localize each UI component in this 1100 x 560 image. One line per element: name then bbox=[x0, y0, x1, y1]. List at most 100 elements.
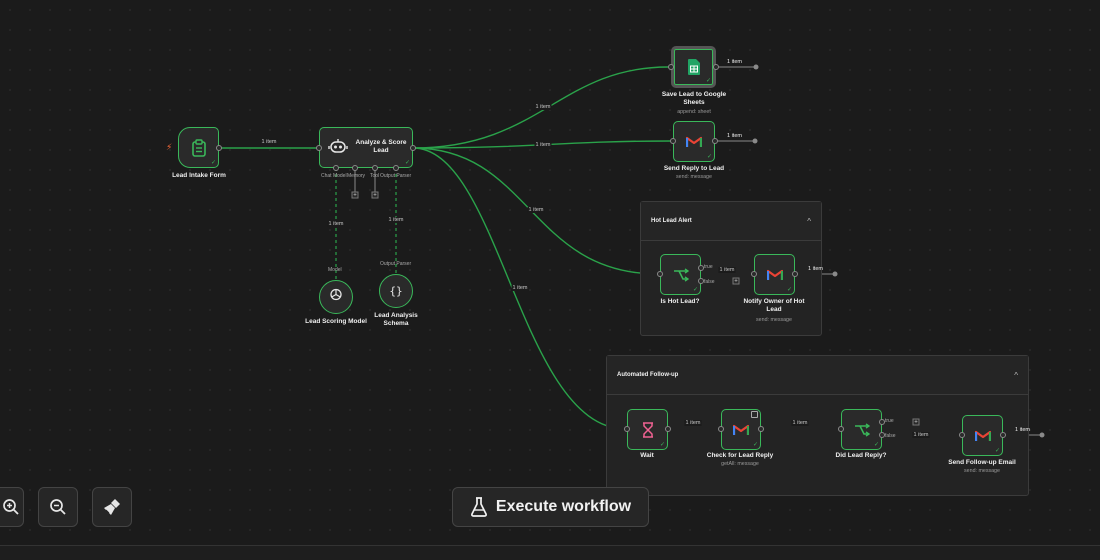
tool-port[interactable] bbox=[372, 165, 378, 171]
output-port[interactable] bbox=[410, 145, 416, 151]
edge-label: 1 item bbox=[327, 221, 345, 227]
input-port[interactable] bbox=[624, 426, 630, 432]
output-port[interactable] bbox=[712, 138, 718, 144]
zoom-in-button[interactable] bbox=[0, 487, 24, 527]
node-label: Check for Lead Reply bbox=[706, 452, 774, 459]
input-port[interactable] bbox=[316, 145, 322, 151]
add-tool-button[interactable]: + bbox=[371, 191, 379, 199]
node-send-reply-to-lead[interactable]: ✓ bbox=[673, 121, 715, 162]
execute-workflow-button[interactable]: Execute workflow bbox=[452, 487, 649, 527]
node-label: Lead Scoring Model bbox=[305, 318, 367, 325]
memory-port[interactable] bbox=[352, 165, 358, 171]
node-label-line: Lead Analysis bbox=[374, 312, 418, 319]
false-label: false bbox=[885, 433, 896, 439]
port-label-output-parser: Output Parser bbox=[380, 173, 412, 179]
true-label: true bbox=[704, 264, 713, 270]
edge-label: 1 item bbox=[912, 432, 930, 438]
port-label-memory: Memory bbox=[347, 173, 366, 179]
node-label: Save Lead to Google Sheets bbox=[662, 91, 726, 106]
zoom-out-button[interactable] bbox=[38, 487, 78, 527]
node-label-line: Sheets bbox=[683, 98, 705, 106]
node-wait[interactable]: ✓ bbox=[627, 409, 668, 450]
node-title: Analyze & Score Lead bbox=[352, 139, 410, 155]
tidy-up-button[interactable] bbox=[92, 487, 132, 527]
group-header: Hot Lead Alert ^ bbox=[641, 202, 821, 241]
node-subtitle: send: message bbox=[964, 468, 1000, 474]
node-label: Send Follow-up Email bbox=[948, 459, 1016, 466]
node-label-line: Save Lead to Google bbox=[661, 91, 727, 98]
if-branch-icon bbox=[854, 422, 870, 437]
output-count-label: 1 item bbox=[1015, 427, 1030, 433]
output-end-dot[interactable] bbox=[753, 64, 759, 70]
node-save-lead-google-sheets[interactable]: ✓ bbox=[671, 46, 716, 88]
port-label-model: Model bbox=[328, 267, 342, 273]
edge-label: 1 item bbox=[791, 420, 809, 426]
output-end-dot[interactable] bbox=[832, 271, 838, 277]
form-icon bbox=[191, 138, 207, 157]
port-label-chat-model: Chat Model bbox=[321, 173, 347, 179]
gmail-icon bbox=[733, 424, 749, 436]
output-count-label: 1 item bbox=[808, 266, 823, 272]
success-check-icon: ✓ bbox=[873, 442, 879, 448]
node-label: Send Reply to Lead bbox=[663, 165, 725, 172]
node-lead-analysis-schema[interactable]: {} bbox=[379, 274, 413, 308]
output-port[interactable] bbox=[665, 426, 671, 432]
add-true-branch-button[interactable]: + bbox=[912, 418, 920, 426]
broom-icon bbox=[104, 499, 120, 515]
output-parser-port[interactable] bbox=[393, 165, 399, 171]
success-check-icon: ✓ bbox=[706, 154, 712, 160]
edge-label: 1 item bbox=[534, 142, 552, 148]
node-label-line: Notify Owner of Hot bbox=[743, 298, 805, 305]
edge-label: 1 item bbox=[387, 217, 405, 223]
bottom-panel-bar bbox=[0, 545, 1100, 560]
output-port[interactable] bbox=[758, 426, 764, 432]
input-port[interactable] bbox=[959, 432, 965, 438]
node-subtitle: getAll: message bbox=[721, 461, 759, 467]
output-port[interactable] bbox=[216, 145, 222, 151]
output-end-dot[interactable] bbox=[1039, 432, 1045, 438]
gmail-icon bbox=[686, 136, 702, 148]
edge-label: 1 item bbox=[534, 104, 552, 110]
output-port[interactable] bbox=[1000, 432, 1006, 438]
execute-workflow-label: Execute workflow bbox=[495, 498, 632, 515]
add-memory-button[interactable]: + bbox=[351, 191, 359, 199]
collapse-chevron-icon[interactable]: ^ bbox=[807, 217, 811, 226]
add-false-branch-button[interactable]: + bbox=[732, 277, 740, 285]
node-did-lead-reply[interactable]: ✓ bbox=[841, 409, 882, 450]
node-subtitle: send: message bbox=[676, 174, 712, 180]
port-label-tool: Tool bbox=[370, 173, 380, 179]
node-is-hot-lead[interactable]: ✓ bbox=[660, 254, 701, 295]
collapse-chevron-icon[interactable]: ^ bbox=[1014, 371, 1018, 380]
node-title-line: Lead bbox=[373, 147, 389, 154]
node-lead-intake-form[interactable]: ✓ bbox=[178, 127, 219, 168]
success-check-icon: ✓ bbox=[404, 160, 410, 166]
group-title: Hot Lead Alert bbox=[651, 218, 692, 224]
node-notify-owner[interactable]: ✓ bbox=[754, 254, 795, 295]
chat-model-port[interactable] bbox=[333, 165, 339, 171]
node-label: Did Lead Reply? bbox=[835, 452, 887, 459]
node-label: Is Hot Lead? bbox=[660, 298, 700, 305]
output-end-dot[interactable] bbox=[752, 138, 758, 144]
edge-label: 1 item bbox=[718, 267, 736, 273]
node-send-follow-up-email[interactable]: ✓ bbox=[962, 415, 1003, 456]
node-label: Lead Intake Form bbox=[172, 172, 226, 179]
node-label: Wait bbox=[640, 452, 654, 459]
false-label: false bbox=[704, 279, 715, 285]
ai-agent-icon bbox=[328, 138, 348, 161]
success-check-icon: ✓ bbox=[752, 442, 758, 448]
node-check-lead-reply[interactable]: ✓ bbox=[721, 409, 761, 450]
node-lead-scoring-model[interactable] bbox=[319, 280, 353, 314]
output-port[interactable] bbox=[792, 271, 798, 277]
output-port[interactable] bbox=[713, 64, 719, 70]
output-count-label: 1 item bbox=[727, 133, 742, 139]
gmail-icon bbox=[766, 269, 783, 281]
input-port[interactable] bbox=[838, 426, 844, 432]
input-port[interactable] bbox=[751, 271, 757, 277]
input-port[interactable] bbox=[657, 271, 663, 277]
node-analyze-score-lead[interactable]: Analyze & Score Lead ✓ bbox=[319, 127, 413, 168]
input-port[interactable] bbox=[718, 426, 724, 432]
input-port[interactable] bbox=[668, 64, 674, 70]
google-sheets-icon bbox=[687, 59, 700, 75]
input-port[interactable] bbox=[670, 138, 676, 144]
output-count-label: 1 item bbox=[727, 59, 742, 65]
